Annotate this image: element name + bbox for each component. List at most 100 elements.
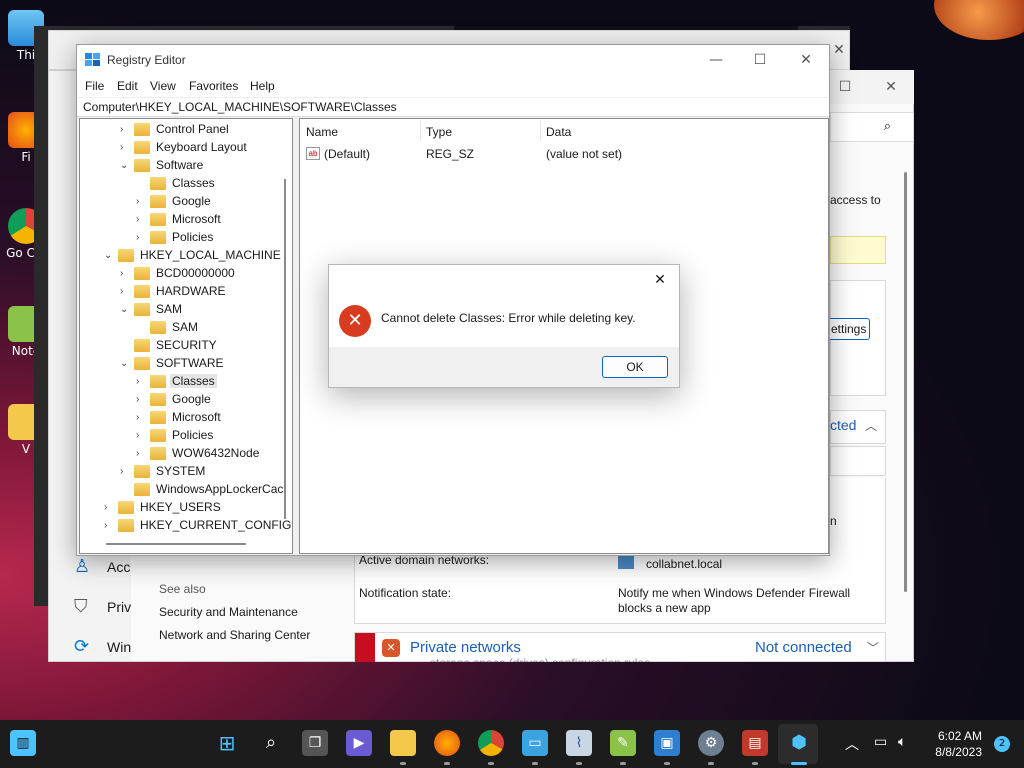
network-sharing-link[interactable]: Network and Sharing Center bbox=[159, 628, 310, 642]
chevron-right-icon[interactable]: › bbox=[136, 412, 146, 423]
menu-view[interactable]: View bbox=[150, 79, 176, 93]
toolbox-icon[interactable]: ▤ bbox=[742, 730, 768, 756]
regedit-titlebar[interactable]: Registry Editor — ☐ ✕ bbox=[77, 45, 829, 75]
search-box[interactable]: ⌕ bbox=[830, 112, 914, 142]
tree-scrollbar[interactable] bbox=[284, 179, 286, 519]
folder-icon bbox=[150, 177, 166, 190]
notepad-plus-icon[interactable]: ✎ bbox=[610, 730, 636, 756]
dialog-body: ✕ ✕ Cannot delete Classes: Error while d… bbox=[329, 265, 679, 347]
chevron-down-icon[interactable]: ⌄ bbox=[120, 304, 130, 315]
folder-icon bbox=[150, 375, 166, 388]
remote-desktop-icon[interactable]: ▣ bbox=[654, 730, 680, 756]
clock[interactable]: 6:02 AM 8/8/2023 bbox=[935, 728, 982, 760]
chevron-right-icon[interactable]: › bbox=[136, 232, 146, 243]
private-networks-status: Not connected bbox=[755, 639, 852, 656]
folder-icon bbox=[134, 303, 150, 316]
column-name[interactable]: Name bbox=[306, 125, 338, 139]
chevron-down-icon[interactable]: ﹀ bbox=[867, 639, 879, 656]
network-icon[interactable]: ▭ bbox=[874, 734, 887, 750]
chat-icon[interactable]: ▶ bbox=[346, 730, 372, 756]
error-icon: ✕ bbox=[339, 305, 371, 337]
chevron-down-icon[interactable]: ⌄ bbox=[104, 250, 114, 261]
sidebar-item-accounts[interactable]: Acc bbox=[107, 559, 130, 575]
running-indicator bbox=[488, 762, 494, 765]
terminal-icon[interactable]: ▭ bbox=[522, 730, 548, 756]
close-icon[interactable]: ✕ bbox=[649, 269, 671, 291]
widgets-icon[interactable]: ▥ bbox=[10, 730, 36, 756]
column-separator[interactable] bbox=[540, 121, 541, 141]
tree-node-label: Google bbox=[172, 392, 211, 406]
chevron-right-icon[interactable]: › bbox=[120, 286, 130, 297]
chevron-up-icon[interactable]: ︿ bbox=[845, 734, 859, 754]
notification-badge[interactable]: 2 bbox=[994, 736, 1010, 752]
active-indicator bbox=[791, 762, 807, 765]
chrome-icon[interactable] bbox=[478, 730, 504, 756]
regedit-icon[interactable]: ⬢ bbox=[786, 730, 812, 756]
settings-button[interactable]: ettings bbox=[828, 318, 870, 340]
ok-button[interactable]: OK bbox=[602, 356, 668, 378]
close-icon[interactable]: ✕ bbox=[876, 76, 906, 98]
menu-favorites[interactable]: Favorites bbox=[189, 79, 238, 93]
tree-node-label: Policies bbox=[172, 428, 214, 442]
performance-monitor-icon[interactable]: ⌇ bbox=[566, 730, 592, 756]
column-separator[interactable] bbox=[420, 121, 421, 141]
search-icon[interactable]: ⌕ bbox=[258, 730, 284, 756]
folder-icon bbox=[118, 519, 134, 532]
sidebar-item-windows-update[interactable]: Win bbox=[107, 639, 131, 655]
chevron-right-icon[interactable]: › bbox=[136, 214, 146, 225]
running-indicator bbox=[664, 762, 670, 765]
maximize-icon[interactable]: ☐ bbox=[745, 49, 775, 71]
firewall-scrollbar[interactable] bbox=[904, 172, 907, 592]
settings-gear-icon[interactable]: ⚙ bbox=[698, 730, 724, 756]
folder-icon bbox=[134, 123, 150, 136]
tree-node-label: Control Panel bbox=[156, 122, 229, 136]
menu-file[interactable]: File bbox=[85, 79, 104, 93]
folder-icon bbox=[150, 231, 166, 244]
chevron-right-icon[interactable]: › bbox=[136, 394, 146, 405]
regedit-icon bbox=[85, 53, 100, 66]
file-explorer-icon[interactable] bbox=[390, 730, 416, 756]
chevron-down-icon[interactable]: ⌄ bbox=[120, 160, 130, 171]
address-path[interactable]: Computer\HKEY_LOCAL_MACHINE\SOFTWARE\Cla… bbox=[83, 100, 397, 114]
start-icon[interactable]: ⊞ bbox=[214, 730, 240, 756]
task-view-icon[interactable]: ❐ bbox=[302, 730, 328, 756]
chevron-right-icon[interactable]: › bbox=[120, 466, 130, 477]
menu-edit[interactable]: Edit bbox=[117, 79, 138, 93]
key-tree[interactable]: › Control Panel › Keyboard Layout ⌄ Software C… bbox=[79, 118, 293, 554]
chevron-right-icon[interactable]: › bbox=[136, 376, 146, 387]
shield-x-icon: ✕ bbox=[382, 639, 400, 657]
minimize-icon[interactable]: — bbox=[701, 49, 731, 71]
column-type[interactable]: Type bbox=[426, 125, 452, 139]
security-maintenance-link[interactable]: Security and Maintenance bbox=[159, 605, 298, 619]
tree-node-label: WindowsAppLockerCac bbox=[156, 482, 284, 496]
notification-state-value-2: blocks a new app bbox=[618, 601, 711, 615]
info-banner bbox=[830, 236, 886, 264]
chevron-right-icon[interactable]: › bbox=[136, 448, 146, 459]
tree-node-label: SYSTEM bbox=[156, 464, 206, 478]
sidebar-item-privacy[interactable]: Priv bbox=[107, 599, 131, 615]
tree-hscrollbar[interactable] bbox=[106, 543, 246, 545]
address-bar[interactable]: Computer\HKEY_LOCAL_MACHINE\SOFTWARE\Cla… bbox=[77, 97, 829, 117]
notification-state-label: Notification state: bbox=[359, 586, 452, 600]
running-indicator bbox=[576, 762, 582, 765]
chevron-up-icon[interactable]: ︿ bbox=[865, 417, 877, 434]
value-name: (Default) bbox=[324, 147, 371, 161]
column-data[interactable]: Data bbox=[546, 125, 571, 139]
chevron-down-icon[interactable]: ⌄ bbox=[120, 358, 130, 369]
firefox-icon[interactable] bbox=[434, 730, 460, 756]
menu-help[interactable]: Help bbox=[250, 79, 275, 93]
folder-icon bbox=[134, 141, 150, 154]
volume-icon[interactable]: 🔈︎ bbox=[898, 734, 906, 750]
maximize-icon[interactable]: ☐ bbox=[830, 76, 860, 98]
folder-icon bbox=[150, 321, 166, 334]
chevron-right-icon[interactable]: › bbox=[104, 520, 114, 531]
chevron-right-icon[interactable]: › bbox=[120, 268, 130, 279]
chevron-right-icon[interactable]: › bbox=[120, 124, 130, 135]
chevron-right-icon[interactable]: › bbox=[104, 502, 114, 513]
chevron-right-icon[interactable]: › bbox=[136, 430, 146, 441]
tree-node-label: Keyboard Layout bbox=[156, 140, 247, 154]
chevron-right-icon[interactable]: › bbox=[136, 196, 146, 207]
chevron-right-icon[interactable]: › bbox=[120, 142, 130, 153]
close-icon[interactable]: ✕ bbox=[791, 49, 821, 71]
tree-node-label: Microsoft bbox=[172, 410, 221, 424]
